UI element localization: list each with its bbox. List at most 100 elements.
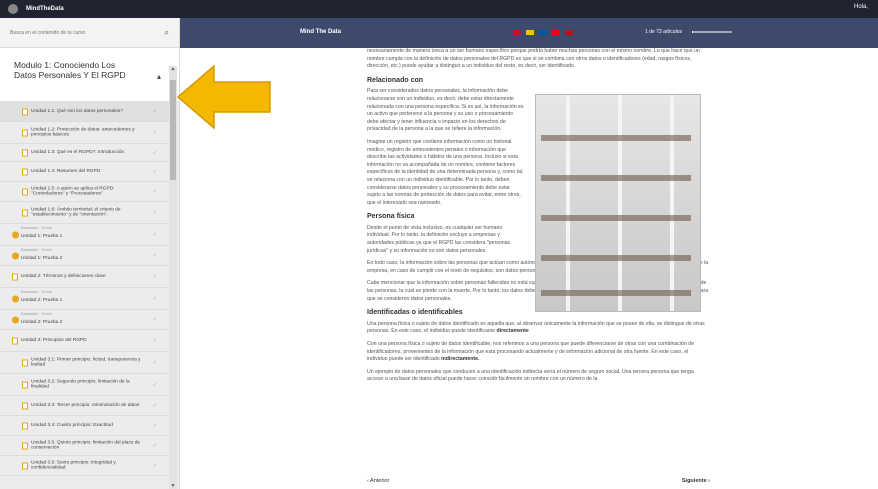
lesson-item[interactable]: Evaluación · 10 min Unidad 2: Prueba 2 ✓ [0, 310, 169, 330]
identified-text-2: Con una persona física o sujeto de datos… [367, 341, 695, 363]
logo-icon[interactable] [8, 4, 18, 14]
course-search: ⌕ [0, 18, 179, 48]
lesson-meta: Evaluación · 10 min [21, 290, 52, 294]
quiz-icon [12, 316, 19, 323]
lesson-label: Unidad 3.6: Sexto principio: integridad … [31, 459, 116, 471]
check-icon: ✓ [152, 149, 157, 156]
lesson-item[interactable]: Evaluación · 10 min Unidad 1: Prueba 1 ✓ [0, 224, 169, 246]
document-icon [22, 168, 28, 175]
next-button[interactable]: Siguiente › [682, 478, 710, 484]
language-flag-icon[interactable] [552, 30, 560, 35]
progress-fill [692, 31, 694, 33]
lesson-label: Unidad 2: Prueba 1 [21, 298, 63, 304]
heading-physical-person: Persona física [367, 213, 415, 221]
check-icon: ✓ [152, 252, 157, 259]
lesson-item[interactable]: Unidad 1.1: Qué son los datos personales… [0, 102, 169, 122]
lesson-label: Unidad 3.4: Cuarto principio: Exactitud [31, 422, 113, 428]
lesson-item[interactable]: Evaluación · 10 min Unidad 1: Prueba 2 ✓ [0, 246, 169, 266]
lesson-label: Unidad 3.2: Segundo principio: limitació… [31, 378, 130, 390]
progress-bar [692, 31, 732, 33]
lesson-item[interactable]: Unidad 1.4: Resumen del RGPD ✓ [0, 162, 169, 182]
library-image [535, 94, 701, 312]
document-icon [22, 359, 28, 366]
check-icon: ✓ [152, 359, 157, 366]
lesson-item[interactable]: Unidad 1.6: Ámbito territorial: el crite… [0, 202, 169, 224]
language-flag-icon[interactable] [526, 30, 534, 35]
check-icon: ✓ [152, 316, 157, 323]
user-greeting[interactable]: Hola, [854, 4, 868, 10]
lesson-item[interactable]: Unidad 3.6: Sexto principio: integridad … [0, 456, 169, 476]
lesson-label: Unidad 3.5: Quinto principio: limitación… [31, 439, 141, 451]
check-icon: ✓ [152, 422, 157, 429]
lesson-label: Unidad 1.4: Resumen del RGPD [31, 168, 101, 174]
lesson-item[interactable]: Unidad 3.4: Cuarto principio: Exactitud ✓ [0, 416, 169, 436]
lesson-item[interactable]: Unidad 3.5: Quinto principio: limitación… [0, 436, 169, 456]
quiz-icon [12, 295, 19, 302]
identified-paragraph-1: Una persona física o sujeto de datos ide… [367, 321, 710, 336]
check-icon: ✓ [152, 168, 157, 175]
search-input[interactable] [10, 29, 165, 36]
check-icon: ✓ [152, 381, 157, 388]
language-flag-icon[interactable] [565, 30, 573, 35]
lesson-item[interactable]: Unidad 2: Términos y definiciones clave ✓ [0, 266, 169, 288]
check-icon: ✓ [152, 231, 157, 238]
top-bar: MindTheData Hola, [0, 0, 878, 18]
document-icon [22, 149, 28, 156]
course-title: Mind The Data [300, 29, 342, 35]
identified-emphasis-2: indirectamente. [441, 356, 480, 363]
lesson-item[interactable]: Unidad 1.5: A quién se aplica el RGPD: "… [0, 182, 169, 202]
lesson-label: Unidad 1.3: Qué es el RGPD?: Introducció… [31, 149, 125, 155]
lesson-item[interactable]: Unidad 3.2: Segundo principio: limitació… [0, 374, 169, 396]
intro-paragraph: necesariamente de manera única a un ser … [367, 48, 700, 70]
lesson-item[interactable]: Unidad 3: Principios del RGPD ✓ [0, 330, 169, 352]
module-header[interactable]: Modulo 1: Conociendo Los Datos Personale… [0, 48, 179, 102]
document-icon [22, 381, 28, 388]
check-icon: ✓ [152, 209, 157, 216]
document-icon [22, 422, 28, 429]
check-icon: ✓ [152, 129, 157, 136]
brand-name[interactable]: MindTheData [26, 6, 64, 12]
document-icon [12, 337, 18, 344]
related-paragraph-2: Imagine un registro que contiene informa… [367, 138, 524, 206]
language-flags [513, 30, 573, 35]
lesson-label: Unidad 2: Prueba 2 [21, 320, 63, 326]
document-icon [22, 402, 28, 409]
lesson-item[interactable]: Unidad 3.1: Primer principio: licitud, t… [0, 352, 169, 374]
lesson-label: Unidad 1.6: Ámbito territorial: el crite… [31, 206, 121, 218]
previous-button[interactable]: ‹ Anterior [367, 478, 389, 484]
lesson-label: Unidad 3.3: Tercer principio: minimizaci… [31, 402, 140, 408]
check-icon: ✓ [152, 295, 157, 302]
lesson-item[interactable]: Unidad 1.2: Protección de datos: anteced… [0, 122, 169, 144]
lesson-label: Unidad 3.1: Primer principio: licitud, t… [31, 356, 141, 368]
lesson-item[interactable]: Evaluación · 10 min Unidad 2: Prueba 1 ✓ [0, 288, 169, 310]
document-icon [22, 442, 28, 449]
lesson-meta: Evaluación · 10 min [21, 248, 52, 252]
check-icon: ✓ [152, 188, 157, 195]
identified-paragraph-2: Con una persona física o sujeto de datos… [367, 341, 710, 364]
lesson-list: Unidad 1.1: Qué son los datos personales… [0, 102, 169, 476]
lesson-item[interactable]: Unidad 3.3: Tercer principio: minimizaci… [0, 396, 169, 416]
lesson-label: Unidad 3: Principios del RGPD [21, 337, 87, 343]
document-icon [22, 462, 28, 469]
lesson-label: Unidad 1.2: Protección de datos: anteced… [31, 126, 135, 138]
check-icon: ✓ [152, 108, 157, 115]
language-flag-icon[interactable] [539, 30, 547, 35]
search-icon[interactable]: ⌕ [165, 28, 169, 38]
check-icon: ✓ [152, 402, 157, 409]
collapse-icon[interactable]: ▴ [157, 72, 161, 81]
check-icon: ✓ [152, 273, 157, 280]
course-header: Mind The Data 1 de 73 artículos [180, 18, 878, 48]
lesson-label: Unidad 2: Términos y definiciones clave [21, 273, 106, 279]
document-icon [12, 273, 18, 280]
identified-text-1: Una persona física o sujeto de datos ide… [367, 320, 705, 335]
identified-emphasis-1: directamente [496, 328, 529, 335]
physical-paragraph: Desde el punto de vista inclusivo, es cu… [367, 224, 511, 254]
language-flag-icon[interactable] [513, 30, 521, 35]
lesson-item[interactable]: Unidad 1.3: Qué es el RGPD?: Introducció… [0, 144, 169, 162]
related-paragraph-1: Para ser considerados datos personales, … [367, 88, 524, 133]
lesson-label: Unidad 1.1: Qué son los datos personales… [31, 108, 124, 114]
scroll-down-icon[interactable]: ▼ [169, 483, 177, 489]
module-title: Modulo 1: Conociendo Los Datos Personale… [14, 60, 126, 80]
lesson-label: Unidad 1: Prueba 2 [21, 256, 63, 262]
document-icon [22, 209, 28, 216]
